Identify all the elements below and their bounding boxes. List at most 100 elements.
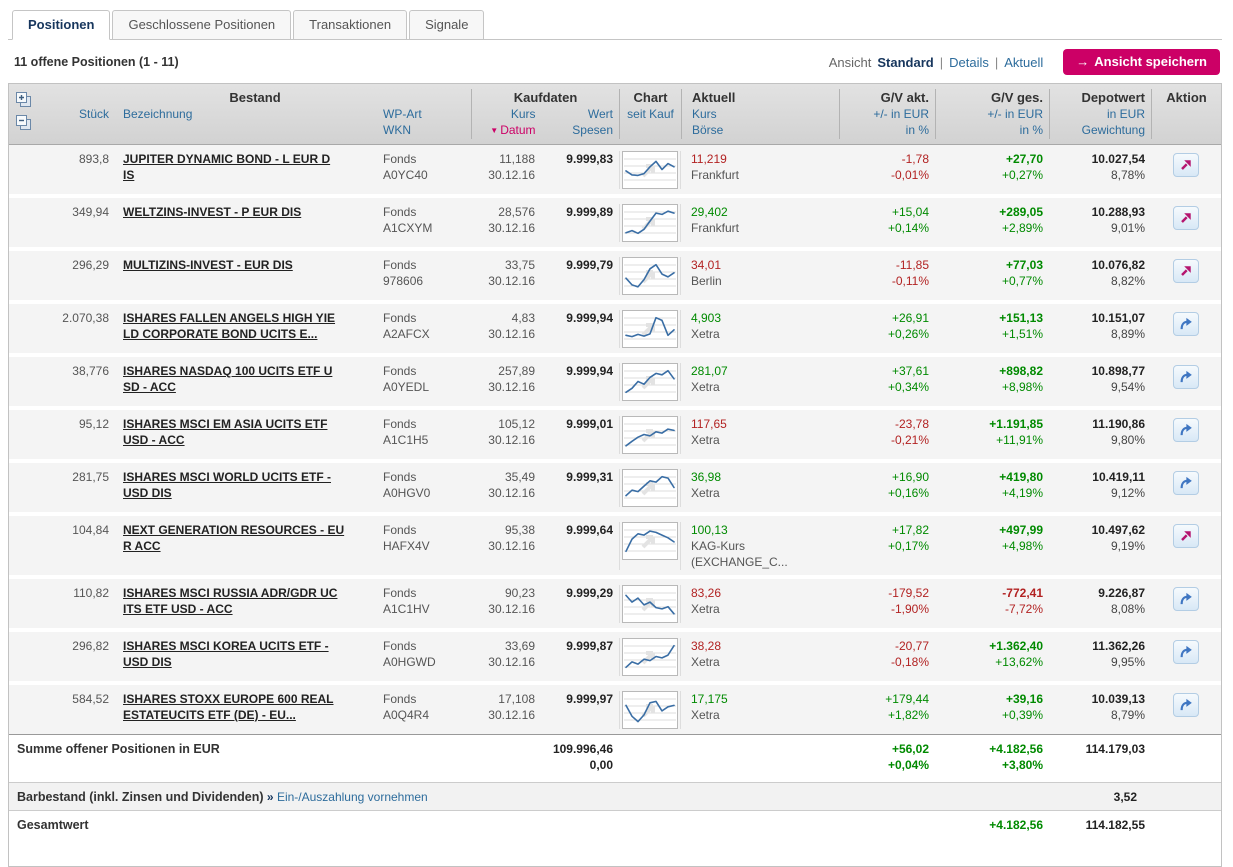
tab-bar: Positionen Geschlossene Positionen Trans… — [8, 8, 1222, 40]
summary-wert: 109.996,46 — [541, 741, 613, 757]
sparkline-chart[interactable] — [622, 522, 678, 560]
action-button[interactable] — [1173, 206, 1199, 230]
instrument-name-link[interactable]: ISHARES NASDAQ 100 UCITS ETF U SD - ACC — [123, 363, 332, 395]
deposit-withdraw-link[interactable]: Ein-/Auszahlung vornehmen — [277, 790, 428, 804]
action-button[interactable] — [1173, 312, 1199, 336]
instrument-name-link[interactable]: ISHARES FALLEN ANGELS HIGH YIE LD CORPOR… — [123, 310, 335, 342]
sparkline-chart[interactable] — [622, 151, 678, 189]
gv-ges-pct: +8,98% — [935, 379, 1043, 395]
current-price: 100,13 — [691, 522, 839, 538]
action-button[interactable] — [1173, 259, 1199, 283]
instrument-name-link[interactable]: ISHARES MSCI WORLD UCITS ETF - USD DIS — [123, 469, 331, 501]
instrument-name-link[interactable]: MULTIZINS-INVEST - EUR DIS — [123, 257, 293, 273]
gv-akt-value: +26,91 — [839, 310, 929, 326]
instrument-name-link[interactable]: WELTZINS-INVEST - P EUR DIS — [123, 204, 301, 220]
instrument-name-link[interactable]: JUPITER DYNAMIC BOND - L EUR D IS — [123, 151, 330, 183]
buy-date: 30.12.16 — [471, 654, 535, 670]
action-button[interactable] — [1173, 640, 1199, 664]
view-standard[interactable]: Standard — [877, 55, 933, 70]
buy-value: 9.999,79 — [541, 257, 613, 273]
sparkline-chart[interactable] — [622, 469, 678, 507]
wkn: A0HGWD — [383, 654, 471, 670]
shares-count: 349,94 — [39, 204, 115, 242]
summary-gv-ges-pct: +3,80% — [935, 757, 1043, 773]
action-button[interactable] — [1173, 471, 1199, 495]
shares-count: 104,84 — [39, 522, 115, 570]
current-price: 29,402 — [691, 204, 839, 220]
wkn: A0Q4R4 — [383, 707, 471, 723]
tab-transaktionen[interactable]: Transaktionen — [293, 10, 407, 40]
gv-akt-pct: -1,90% — [839, 601, 929, 617]
exchange-name: Xetra — [691, 379, 839, 395]
expand-all-icon[interactable] — [15, 91, 33, 109]
tab-positionen[interactable]: Positionen — [12, 10, 110, 40]
instrument-name-link[interactable]: ISHARES MSCI KOREA UCITS ETF - USD DIS — [123, 638, 329, 670]
buy-price: 257,89 — [471, 363, 535, 379]
action-button[interactable] — [1173, 365, 1199, 389]
position-row: 349,94 WELTZINS-INVEST - P EUR DIS Fonds… — [9, 198, 1221, 247]
position-value: 10.076,82 — [1049, 257, 1145, 273]
sparkline-chart[interactable] — [622, 310, 678, 348]
sparkline-chart[interactable] — [622, 416, 678, 454]
header-kaufdaten: Kaufdaten — [472, 89, 619, 106]
position-value: 10.497,62 — [1049, 522, 1145, 538]
action-button[interactable] — [1173, 693, 1199, 717]
open-positions-count: 11 offene Positionen (1 - 11) — [14, 55, 179, 69]
gv-akt-value: -11,85 — [839, 257, 929, 273]
header-datum-sort[interactable]: ▼Datum — [472, 122, 536, 139]
collapse-all-icon[interactable] — [15, 114, 33, 132]
current-price: 83,26 — [691, 585, 839, 601]
tab-geschlossene-positionen[interactable]: Geschlossene Positionen — [112, 10, 291, 40]
position-row: 893,8 JUPITER DYNAMIC BOND - L EUR D IS … — [9, 145, 1221, 194]
gv-ges-value: +151,13 — [935, 310, 1043, 326]
cash-row: Barbestand (inkl. Zinsen und Dividenden)… — [9, 782, 1221, 810]
instrument-name-link[interactable]: ISHARES MSCI EM ASIA UCITS ETF USD - ACC — [123, 416, 327, 448]
sparkline-chart[interactable] — [622, 691, 678, 729]
buy-date: 30.12.16 — [471, 538, 535, 554]
curved-arrow-icon — [1178, 644, 1194, 660]
sparkline-chart[interactable] — [622, 363, 678, 401]
gv-ges-value: +419,80 — [935, 469, 1043, 485]
gv-akt-pct: +0,14% — [839, 220, 929, 236]
gv-ges-pct: +0,39% — [935, 707, 1043, 723]
action-button[interactable] — [1173, 587, 1199, 611]
tab-signale[interactable]: Signale — [409, 10, 484, 40]
gv-ges-value: +27,70 — [935, 151, 1043, 167]
position-weight: 8,79% — [1049, 707, 1145, 723]
exchange-name: Xetra — [691, 707, 839, 723]
action-button[interactable] — [1173, 524, 1199, 548]
position-row: 38,776 ISHARES NASDAQ 100 UCITS ETF U SD… — [9, 357, 1221, 406]
summary-gv-ges-value: +4.182,56 — [935, 741, 1043, 757]
wkn: A1C1H5 — [383, 432, 471, 448]
gv-ges-pct: +11,91% — [935, 432, 1043, 448]
buy-price: 35,49 — [471, 469, 535, 485]
gv-ges-value: +1.362,40 — [935, 638, 1043, 654]
instrument-name-link[interactable]: ISHARES MSCI RUSSIA ADR/GDR UC ITS ETF U… — [123, 585, 337, 617]
position-value: 10.288,93 — [1049, 204, 1145, 220]
current-price: 34,01 — [691, 257, 839, 273]
position-value: 9.226,87 — [1049, 585, 1145, 601]
wkn: 978606 — [383, 273, 471, 289]
gv-akt-value: -23,78 — [839, 416, 929, 432]
sparkline-chart[interactable] — [622, 638, 678, 676]
header-boerse: Börse — [692, 122, 839, 138]
save-view-button[interactable]: →Ansicht speichern — [1063, 49, 1220, 75]
summary-spesen: 0,00 — [541, 757, 613, 773]
instrument-name-link[interactable]: ISHARES STOXX EUROPE 600 REAL ESTATEUCIT… — [123, 691, 334, 723]
gv-ges-pct: +0,77% — [935, 273, 1043, 289]
sparkline-chart[interactable] — [622, 204, 678, 242]
action-button[interactable] — [1173, 418, 1199, 442]
gv-ges-pct: +4,98% — [935, 538, 1043, 554]
instrument-name-link[interactable]: NEXT GENERATION RESOURCES - EU R ACC — [123, 522, 344, 554]
view-aktuell[interactable]: Aktuell — [1004, 55, 1043, 70]
header-depotwert: Depotwert — [1050, 89, 1145, 106]
gv-ges-value: +497,99 — [935, 522, 1043, 538]
sparkline-chart[interactable] — [622, 257, 678, 295]
position-weight: 8,82% — [1049, 273, 1145, 289]
gv-ges-pct: -7,72% — [935, 601, 1043, 617]
view-details[interactable]: Details — [949, 55, 989, 70]
sparkline-chart[interactable] — [622, 585, 678, 623]
action-button[interactable] — [1173, 153, 1199, 177]
gv-ges-value: +77,03 — [935, 257, 1043, 273]
gv-akt-value: -1,78 — [839, 151, 929, 167]
